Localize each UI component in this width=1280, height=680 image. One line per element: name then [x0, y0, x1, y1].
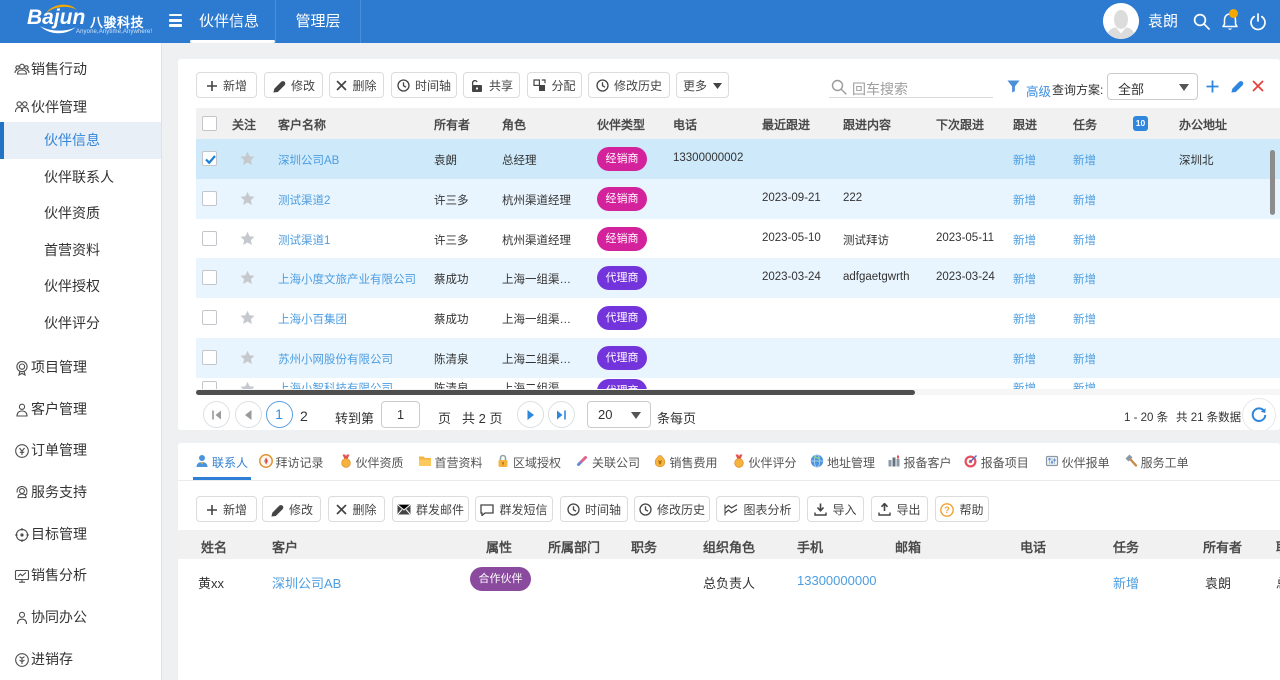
svg-text:?: ? — [945, 505, 951, 515]
